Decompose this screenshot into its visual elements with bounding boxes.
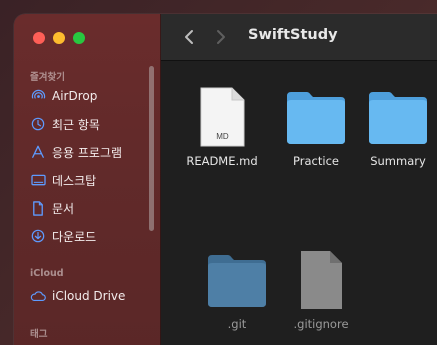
sidebar-scrollbar[interactable] bbox=[149, 66, 154, 231]
file-name: Practice bbox=[293, 154, 339, 168]
chevron-left-icon bbox=[185, 30, 193, 44]
airdrop-icon bbox=[30, 88, 46, 104]
download-icon bbox=[30, 228, 46, 244]
sidebar-item-label: 다운로드 bbox=[52, 229, 97, 244]
sidebar-item-label: AirDrop bbox=[52, 89, 98, 103]
forward-button[interactable] bbox=[211, 27, 231, 47]
markdown-document-icon: MD bbox=[200, 87, 245, 147]
md-badge: MD bbox=[216, 132, 229, 141]
file-item[interactable]: MD README.md bbox=[177, 86, 267, 168]
file-name: README.md bbox=[186, 154, 258, 168]
sidebar-item-recents[interactable]: 최근 항목 bbox=[24, 112, 150, 136]
icloud-section-label: iCloud bbox=[30, 268, 64, 279]
sidebar-item-label: 최근 항목 bbox=[52, 117, 100, 132]
sidebar-item-documents[interactable]: 문서 bbox=[24, 196, 150, 220]
file-name: .git bbox=[227, 317, 247, 331]
applications-icon bbox=[30, 144, 46, 160]
back-button[interactable] bbox=[179, 27, 199, 47]
sidebar-item-icloud-drive[interactable]: iCloud Drive bbox=[24, 284, 150, 308]
folder-icon bbox=[287, 92, 345, 144]
main-pane: SwiftStudy MD README.md Practice Summary bbox=[161, 14, 437, 345]
folder-item[interactable]: Practice bbox=[271, 86, 361, 168]
sidebar-item-desktop[interactable]: 데스크탑 bbox=[24, 168, 150, 192]
sidebar-item-label: 문서 bbox=[52, 201, 75, 216]
sidebar-item-airdrop[interactable]: AirDrop bbox=[24, 84, 150, 108]
window-title: SwiftStudy bbox=[248, 27, 338, 43]
toolbar: SwiftStudy bbox=[161, 14, 437, 61]
folder-item[interactable]: Summary bbox=[353, 86, 437, 168]
folder-icon bbox=[369, 92, 427, 144]
clock-icon bbox=[30, 116, 46, 132]
desktop-icon bbox=[30, 172, 46, 188]
zoom-button[interactable] bbox=[73, 32, 85, 44]
cloud-icon bbox=[30, 288, 46, 304]
chevron-right-icon bbox=[217, 30, 225, 44]
file-item[interactable]: .gitignore bbox=[276, 249, 366, 331]
sidebar: 즐겨찾기 AirDrop 최근 항목 응용 프로그램 데스크탑 문서 다운로드 … bbox=[14, 14, 161, 345]
sidebar-item-downloads[interactable]: 다운로드 bbox=[24, 224, 150, 248]
file-name: Summary bbox=[370, 154, 426, 168]
sidebar-item-label: 응용 프로그램 bbox=[52, 145, 123, 160]
traffic-lights bbox=[33, 32, 85, 44]
minimize-button[interactable] bbox=[53, 32, 65, 44]
tags-section-label: 태그 bbox=[30, 329, 48, 340]
finder-window: 즐겨찾기 AirDrop 최근 항목 응용 프로그램 데스크탑 문서 다운로드 … bbox=[14, 14, 437, 345]
file-name: .gitignore bbox=[293, 317, 349, 331]
sidebar-item-label: 데스크탑 bbox=[52, 173, 97, 188]
folder-icon bbox=[208, 255, 266, 307]
close-button[interactable] bbox=[33, 32, 45, 44]
sidebar-item-label: iCloud Drive bbox=[52, 289, 126, 303]
folder-item[interactable]: .git bbox=[192, 249, 282, 331]
sidebar-item-applications[interactable]: 응용 프로그램 bbox=[24, 140, 150, 164]
favorites-section-label: 즐겨찾기 bbox=[30, 72, 65, 83]
document-icon bbox=[301, 251, 342, 309]
document-icon bbox=[30, 200, 46, 216]
